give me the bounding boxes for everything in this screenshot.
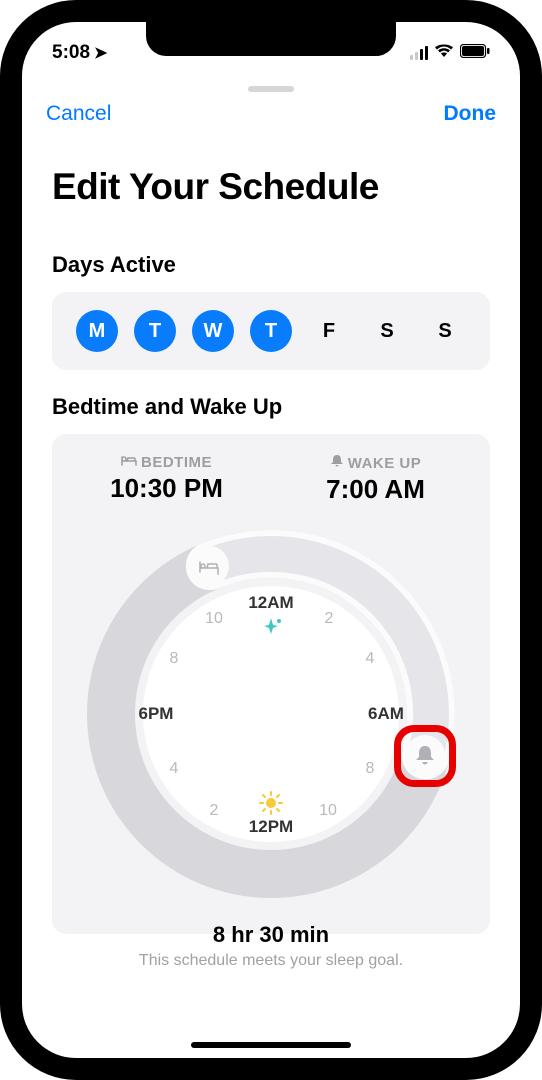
day-toggle-wed[interactable]: W [192, 310, 234, 352]
dial-12am: 12AM [248, 593, 293, 612]
battery-icon [460, 42, 490, 64]
location-icon: ➤ [94, 43, 107, 63]
sleep-duration: 8 hr 30 min [52, 922, 490, 948]
day-toggle-mon[interactable]: M [76, 310, 118, 352]
day-toggle-thu[interactable]: T [250, 310, 292, 352]
sleep-dial[interactable]: 12AM 6AM 12PM 6PM 2 4 8 10 2 4 8 10 [86, 529, 456, 899]
days-row: M T W T F S S [52, 292, 490, 370]
sheet-handle[interactable] [248, 86, 294, 92]
day-toggle-sun[interactable]: S [424, 310, 466, 352]
phone-frame: 5:08 ➤ Cancel Done Edit Your Schedule Da… [0, 0, 542, 1080]
volume-up-button [0, 240, 2, 310]
cancel-button[interactable]: Cancel [46, 102, 111, 126]
done-button[interactable]: Done [444, 102, 497, 126]
wakeup-value: 7:00 AM [271, 474, 480, 505]
status-time: 5:08 [52, 42, 90, 64]
days-active-label: Days Active [22, 228, 520, 292]
cellular-icon [410, 46, 428, 60]
dial-h4a: 4 [366, 650, 375, 668]
dial-6pm: 6PM [139, 704, 174, 723]
day-toggle-tue[interactable]: T [134, 310, 176, 352]
dial-h4p: 4 [170, 760, 179, 778]
notch [146, 22, 396, 56]
dial-h2p: 2 [210, 802, 219, 820]
page-title: Edit Your Schedule [22, 126, 520, 228]
dial-h10p: 10 [205, 610, 223, 628]
bedtime-label: BEDTIME [141, 454, 212, 471]
day-toggle-fri[interactable]: F [308, 310, 350, 352]
day-toggle-sat[interactable]: S [366, 310, 408, 352]
bedtime-wakeup-card: BEDTIME 10:30 PM WAKE UP 7:00 AM [52, 434, 490, 934]
dial-h8p: 8 [170, 650, 179, 668]
bed-icon [121, 454, 137, 471]
wakeup-label: WAKE UP [348, 455, 422, 472]
wifi-icon [434, 42, 454, 64]
mute-switch [0, 170, 2, 206]
home-indicator[interactable] [191, 1042, 351, 1048]
dial-h8a: 8 [366, 760, 375, 778]
dial-h2a: 2 [325, 610, 334, 628]
bell-icon [330, 454, 344, 472]
dial-h10a: 10 [319, 802, 337, 820]
sleep-goal-hint: This schedule meets your sleep goal. [52, 952, 490, 970]
nav-bar: Cancel Done [22, 96, 520, 126]
dial-12pm: 12PM [249, 817, 293, 836]
bedtime-value: 10:30 PM [62, 473, 271, 504]
dial-6am: 6AM [368, 704, 404, 723]
bedtime-wakeup-label: Bedtime and Wake Up [22, 370, 520, 434]
volume-down-button [0, 330, 2, 400]
